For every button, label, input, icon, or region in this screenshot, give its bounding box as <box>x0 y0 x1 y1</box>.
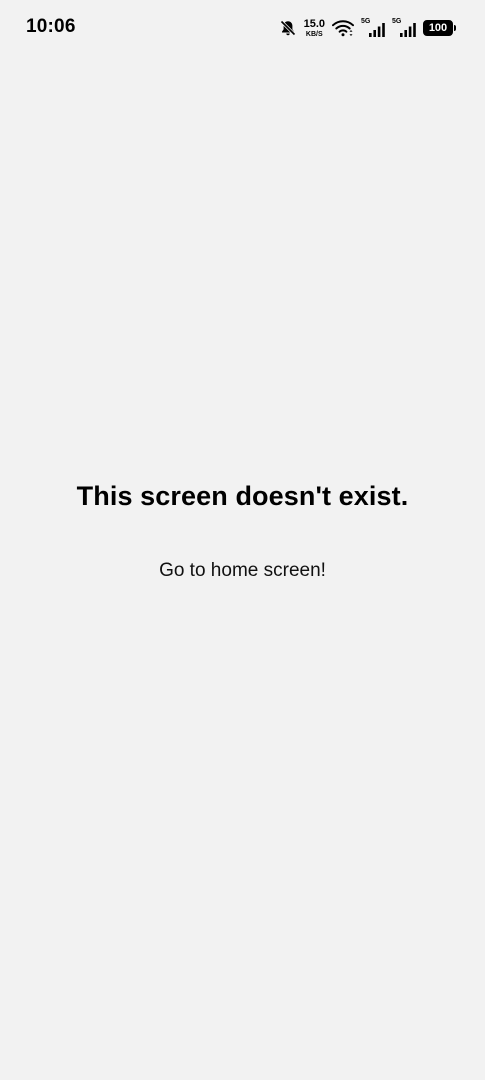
go-home-link[interactable]: Go to home screen! <box>159 558 326 584</box>
battery-level: 100 <box>428 22 448 34</box>
not-found-content: This screen doesn't exist. Go to home sc… <box>0 476 485 584</box>
bell-muted-icon <box>279 19 297 37</box>
network-speed-unit: KB/S <box>305 30 323 38</box>
network-speed-value: 15.0 <box>303 17 325 30</box>
network-speed-indicator: 15.0 KB/S <box>303 17 325 38</box>
wifi-icon <box>332 19 354 37</box>
cellular-signal-2: 5G <box>392 18 416 38</box>
page-title: This screen doesn't exist. <box>76 481 409 511</box>
signal-icon <box>369 23 385 37</box>
battery-icon: 100 <box>423 20 456 36</box>
status-icons: 15.0 KB/S 5G 5G 100 <box>279 17 456 39</box>
cellular-signal-1: 5G <box>361 18 385 38</box>
status-time: 10:06 <box>26 16 76 37</box>
status-bar: 10:06 15.0 KB/S 5G 5G 100 <box>0 0 485 56</box>
signal-icon <box>400 23 416 37</box>
